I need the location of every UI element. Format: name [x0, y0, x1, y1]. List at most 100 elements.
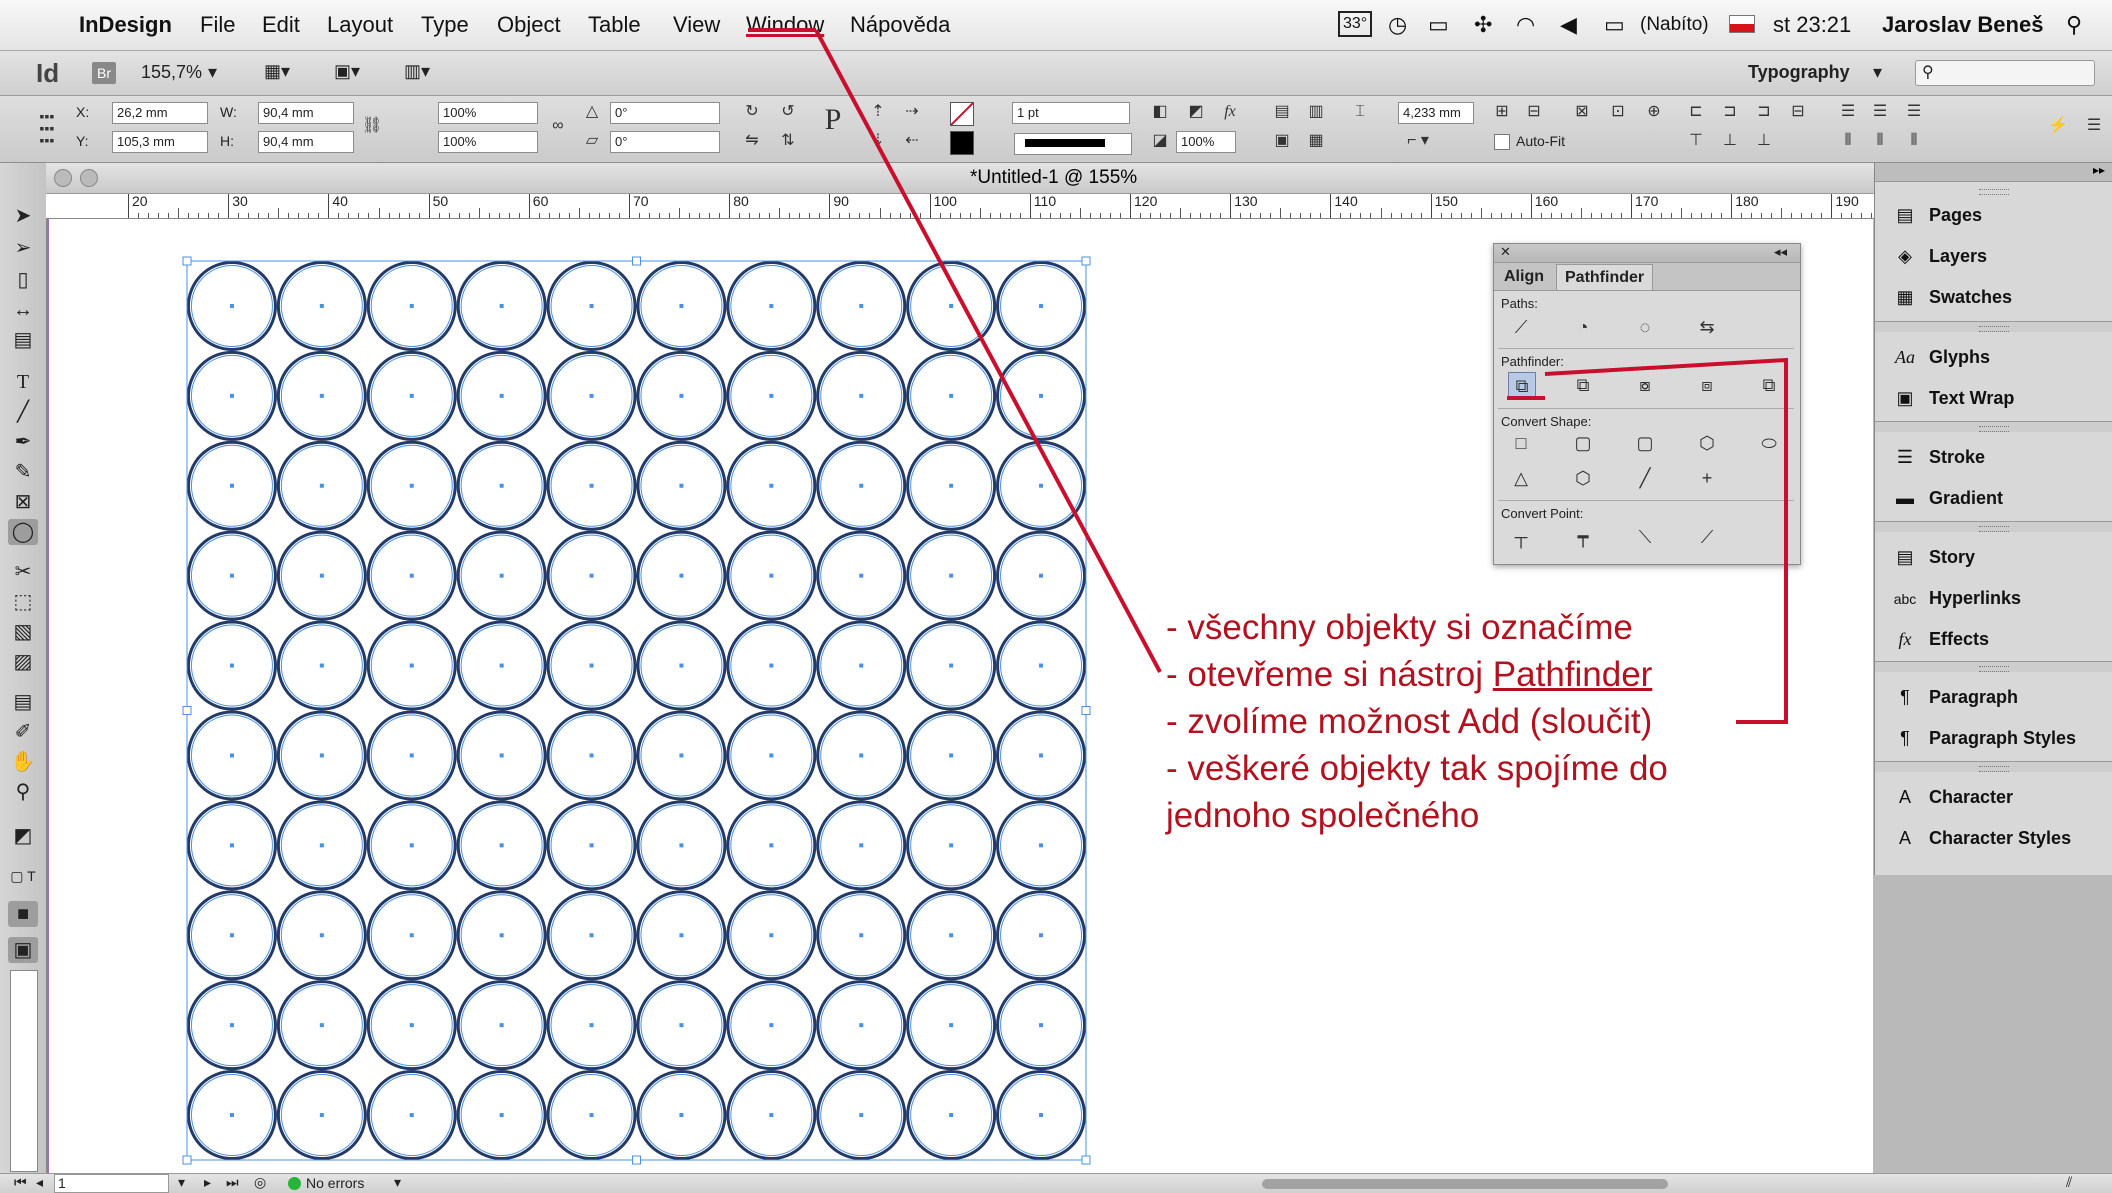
circle-center-point[interactable]: [319, 1113, 324, 1118]
menu-object[interactable]: Object: [497, 12, 561, 38]
flag-czech-icon[interactable]: [1729, 15, 1755, 33]
pathfinder-add-button[interactable]: ⧉: [1508, 372, 1536, 400]
select-container-icon[interactable]: ⇡: [868, 102, 888, 122]
wifi-icon[interactable]: ◠: [1516, 12, 1535, 38]
rotate-field[interactable]: 0°: [610, 102, 720, 124]
align-bottom-icon[interactable]: ⊥: [1754, 131, 1774, 151]
distribute-top-icon[interactable]: ☰: [1838, 102, 1858, 122]
constrain-proportions-icon[interactable]: ⛓: [362, 116, 382, 136]
direct-selection-tool-icon[interactable]: ➢: [8, 235, 38, 261]
menu-help[interactable]: Nápověda: [850, 12, 950, 38]
collapse-panel-icon[interactable]: ◂◂: [1774, 244, 1787, 260]
panel-item-text-wrap[interactable]: ▣ Text Wrap: [1891, 380, 2014, 416]
pathfinder-subtract-button[interactable]: ⧉: [1570, 372, 1596, 398]
circle-center-point[interactable]: [859, 663, 864, 668]
circle-center-point[interactable]: [679, 303, 684, 308]
circle-center-point[interactable]: [679, 933, 684, 938]
distribute-bottom-icon[interactable]: ☰: [1904, 102, 1924, 122]
content-collector-icon[interactable]: ▤: [8, 327, 38, 353]
circle-center-point[interactable]: [409, 1023, 414, 1028]
circle-center-point[interactable]: [319, 483, 324, 488]
flip-horizontal-icon[interactable]: ⇋: [742, 131, 762, 151]
zoom-tool-icon[interactable]: ⚲: [8, 779, 38, 805]
circle-center-point[interactable]: [1039, 753, 1044, 758]
circle-center-point[interactable]: [589, 933, 594, 938]
circle-center-point[interactable]: [589, 303, 594, 308]
select-next-icon[interactable]: ⇢: [902, 102, 922, 122]
page-tool-icon[interactable]: ▯: [8, 267, 38, 293]
circle-center-point[interactable]: [949, 753, 954, 758]
align-right-icon[interactable]: ⊐: [1754, 102, 1774, 122]
circle-center-point[interactable]: [949, 1113, 954, 1118]
align-to-icon[interactable]: ⊟: [1788, 102, 1808, 122]
h-field[interactable]: 90,4 mm: [258, 131, 354, 153]
y-field[interactable]: 105,3 mm: [112, 131, 208, 153]
dock-header[interactable]: ▸▸: [1875, 163, 2112, 182]
circle-center-point[interactable]: [949, 843, 954, 848]
circle-center-point[interactable]: [769, 753, 774, 758]
circle-center-point[interactable]: [499, 573, 504, 578]
eyedropper-tool-icon[interactable]: ✐: [8, 719, 38, 745]
tab-align[interactable]: Align: [1496, 264, 1552, 289]
clock[interactable]: st 23:21: [1773, 12, 1851, 38]
circle-center-point[interactable]: [409, 933, 414, 938]
circle-center-point[interactable]: [679, 393, 684, 398]
text-wrap-none-icon[interactable]: ▤: [1272, 102, 1292, 122]
normal-view-mode-icon[interactable]: ■: [8, 901, 38, 927]
circle-center-point[interactable]: [589, 843, 594, 848]
corner-shape-dropdown[interactable]: ⌐ ▾: [1398, 131, 1438, 151]
menu-layout[interactable]: Layout: [327, 12, 393, 38]
menu-window[interactable]: Window: [746, 12, 824, 38]
convert-orthogonal-line-icon[interactable]: +: [1694, 465, 1720, 491]
text-wrap-jump-icon[interactable]: ▦: [1306, 131, 1326, 151]
circle-center-point[interactable]: [409, 843, 414, 848]
pencil-tool-icon[interactable]: ✎: [8, 459, 38, 485]
panel-item-swatches[interactable]: ▦ Swatches: [1891, 279, 2012, 315]
circle-center-point[interactable]: [499, 303, 504, 308]
circle-center-point[interactable]: [319, 933, 324, 938]
panel-menu-icon[interactable]: ☰: [2084, 116, 2104, 136]
circle-center-point[interactable]: [499, 1023, 504, 1028]
circle-center-point[interactable]: [319, 303, 324, 308]
circle-center-point[interactable]: [769, 573, 774, 578]
fit-content-icon[interactable]: ⊞: [1492, 102, 1512, 122]
convert-beveled-rectangle-icon[interactable]: ▢: [1632, 430, 1658, 456]
circle-center-point[interactable]: [859, 303, 864, 308]
open-path-icon[interactable]: ◔: [1570, 314, 1596, 340]
circle-center-point[interactable]: [679, 483, 684, 488]
convert-rounded-rectangle-icon[interactable]: ▢: [1570, 430, 1596, 456]
circle-center-point[interactable]: [409, 303, 414, 308]
circle-center-point[interactable]: [769, 393, 774, 398]
app-menu[interactable]: InDesign: [79, 12, 172, 38]
note-tool-icon[interactable]: ▤: [8, 689, 38, 715]
menu-type[interactable]: Type: [421, 12, 469, 38]
scissors-tool-icon[interactable]: ✂: [8, 559, 38, 585]
circle-center-point[interactable]: [409, 663, 414, 668]
align-center-icon[interactable]: ⊐: [1720, 102, 1740, 122]
rectangle-frame-tool-icon[interactable]: ⊠: [8, 489, 38, 515]
fill-stroke-swatches-icon[interactable]: ◩: [8, 823, 38, 849]
flip-vertical-icon[interactable]: ⇅: [778, 131, 798, 151]
type-tool-icon[interactable]: T: [8, 369, 38, 395]
convert-triangle-icon[interactable]: △: [1508, 465, 1534, 491]
quick-apply-icon[interactable]: ⚡: [2048, 116, 2068, 136]
battery-status[interactable]: (Nabíto): [1640, 14, 1709, 36]
menu-table[interactable]: Table: [588, 12, 641, 38]
selection-handle[interactable]: [182, 706, 192, 715]
convert-line-icon[interactable]: ╱: [1632, 465, 1658, 491]
circle-center-point[interactable]: [499, 483, 504, 488]
previous-page-icon[interactable]: ◂: [36, 1174, 43, 1191]
scale-x-field[interactable]: 100%: [438, 102, 538, 124]
chevron-down-icon[interactable]: ▾: [1873, 62, 1882, 83]
page-number-field[interactable]: 1: [54, 1174, 169, 1193]
circle-center-point[interactable]: [319, 573, 324, 578]
circle-center-point[interactable]: [589, 663, 594, 668]
gap-tool-icon[interactable]: ↔: [8, 297, 38, 323]
circle-center-point[interactable]: [859, 753, 864, 758]
circle-center-point[interactable]: [229, 393, 234, 398]
bluetooth-icon[interactable]: ✣: [1474, 12, 1492, 38]
selection-handle[interactable]: [632, 1155, 641, 1165]
panel-item-gradient[interactable]: ▬ Gradient: [1891, 480, 2003, 516]
gradient-feather-tool-icon[interactable]: ▨: [8, 649, 38, 675]
ellipse-tool-icon[interactable]: ◯: [8, 519, 38, 545]
